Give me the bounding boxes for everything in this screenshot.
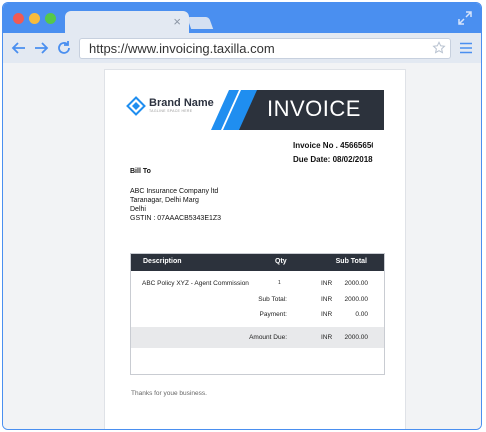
invoice-number: Invoice No . 45665656 (293, 141, 373, 150)
client-address-line1: Taranagar, Delhi Marg (130, 197, 199, 204)
back-arrow-icon[interactable] (11, 40, 27, 56)
header-description: Description (143, 258, 182, 265)
brand-tagline: TAGLINE SPACE HERE (149, 109, 193, 113)
maximize-window-button[interactable] (45, 13, 56, 24)
expand-icon[interactable] (457, 10, 473, 26)
header-qty: Qty (275, 258, 287, 265)
amount-due-amount: 2000.00 (344, 334, 369, 341)
invoice-table: Description Qty Sub Total ABC Policy XYZ… (130, 253, 385, 375)
subtotal-label: Sub Total: (258, 296, 287, 303)
client-address-line2: Delhi (130, 206, 146, 213)
payment-currency: INR (321, 311, 333, 318)
item-amount: 2000.00 (344, 280, 369, 287)
forward-arrow-icon[interactable] (33, 40, 49, 56)
client-name: ABC Insurance Company ltd (130, 188, 219, 195)
address-bar[interactable]: https://www.invoicing.taxilla.com (79, 38, 451, 59)
invoice-title: INVOICE (267, 96, 361, 121)
title-bar: × (3, 3, 481, 35)
amount-due-label: Amount Due: (249, 334, 287, 341)
star-icon[interactable] (432, 41, 446, 55)
close-window-button[interactable] (13, 13, 24, 24)
minimize-window-button[interactable] (29, 13, 40, 24)
subtotal-currency: INR (321, 296, 333, 303)
due-date: Due Date: 08/02/2018 (293, 155, 373, 164)
client-gstin: GSTIN : 07AAACB5343E1Z3 (130, 215, 222, 222)
reload-icon[interactable] (56, 40, 72, 56)
item-description: ABC Policy XYZ - Agent Commission (142, 280, 249, 287)
new-tab-button[interactable] (186, 17, 214, 29)
table-header: Description Qty Sub Total (131, 254, 384, 271)
payment-label: Payment: (259, 311, 287, 318)
browser-tab[interactable]: × (65, 11, 189, 35)
amount-due-currency: INR (321, 334, 333, 341)
item-qty: 1 (278, 280, 281, 286)
navigation-bar: https://www.invoicing.taxilla.com (3, 33, 481, 63)
brand: Brand Name TAGLINE SPACE HERE (126, 96, 214, 116)
browser-window: × https://www.invoicing.taxilla.com Bran… (2, 2, 482, 430)
client-details: ABC Insurance Company ltd Taranagar, Del… (130, 187, 221, 223)
url-text: https://www.invoicing.taxilla.com (89, 41, 275, 56)
brand-name: Brand Name (149, 97, 214, 109)
thanks-note: Thanks for youe business. (131, 390, 207, 397)
bill-to-label: Bill To (130, 168, 151, 175)
item-currency: INR (321, 280, 333, 287)
tab-close-icon[interactable]: × (173, 13, 181, 31)
hamburger-menu-icon[interactable] (459, 41, 473, 55)
header-subtotal: Sub Total (335, 258, 367, 265)
page-content: Brand Name TAGLINE SPACE HERE INVOICE In… (3, 63, 481, 429)
invoice-document: Brand Name TAGLINE SPACE HERE INVOICE In… (104, 69, 406, 429)
brand-logo-icon (126, 96, 146, 116)
subtotal-amount: 2000.00 (344, 296, 369, 303)
brand-text: Brand Name TAGLINE SPACE HERE (149, 98, 214, 114)
payment-amount: 0.00 (355, 311, 368, 318)
